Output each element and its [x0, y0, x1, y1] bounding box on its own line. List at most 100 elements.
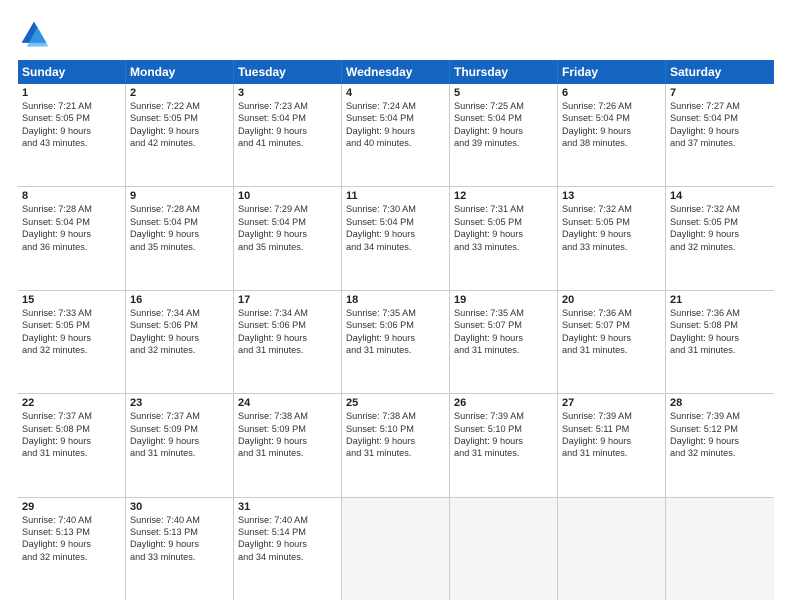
- day-number-22: 22: [22, 397, 121, 409]
- day-cell-26: 26Sunrise: 7:39 AMSunset: 5:10 PMDayligh…: [450, 394, 558, 496]
- cell-line-21-3: and 31 minutes.: [670, 344, 770, 356]
- cell-line-10-3: and 35 minutes.: [238, 241, 337, 253]
- day-number-14: 14: [670, 190, 770, 202]
- cell-line-21-0: Sunrise: 7:36 AM: [670, 307, 770, 319]
- cell-line-20-1: Sunset: 5:07 PM: [562, 319, 661, 331]
- cell-line-8-3: and 36 minutes.: [22, 241, 121, 253]
- day-cell-2: 2Sunrise: 7:22 AMSunset: 5:05 PMDaylight…: [126, 84, 234, 186]
- weekday-header-tuesday: Tuesday: [234, 60, 342, 84]
- cell-line-5-2: Daylight: 9 hours: [454, 125, 553, 137]
- logo: [18, 18, 54, 50]
- day-number-4: 4: [346, 87, 445, 99]
- cell-line-5-1: Sunset: 5:04 PM: [454, 112, 553, 124]
- day-cell-13: 13Sunrise: 7:32 AMSunset: 5:05 PMDayligh…: [558, 187, 666, 289]
- day-cell-28: 28Sunrise: 7:39 AMSunset: 5:12 PMDayligh…: [666, 394, 774, 496]
- cell-line-24-1: Sunset: 5:09 PM: [238, 423, 337, 435]
- day-cell-4: 4Sunrise: 7:24 AMSunset: 5:04 PMDaylight…: [342, 84, 450, 186]
- cell-line-22-3: and 31 minutes.: [22, 447, 121, 459]
- day-cell-20: 20Sunrise: 7:36 AMSunset: 5:07 PMDayligh…: [558, 291, 666, 393]
- day-cell-9: 9Sunrise: 7:28 AMSunset: 5:04 PMDaylight…: [126, 187, 234, 289]
- day-cell-19: 19Sunrise: 7:35 AMSunset: 5:07 PMDayligh…: [450, 291, 558, 393]
- cell-line-27-0: Sunrise: 7:39 AM: [562, 410, 661, 422]
- cell-line-19-2: Daylight: 9 hours: [454, 332, 553, 344]
- cell-line-17-0: Sunrise: 7:34 AM: [238, 307, 337, 319]
- cell-line-2-0: Sunrise: 7:22 AM: [130, 100, 229, 112]
- cell-line-3-0: Sunrise: 7:23 AM: [238, 100, 337, 112]
- calendar-row-2: 15Sunrise: 7:33 AMSunset: 5:05 PMDayligh…: [18, 291, 774, 394]
- cell-line-25-2: Daylight: 9 hours: [346, 435, 445, 447]
- cell-line-21-1: Sunset: 5:08 PM: [670, 319, 770, 331]
- cell-line-14-0: Sunrise: 7:32 AM: [670, 203, 770, 215]
- cell-line-25-3: and 31 minutes.: [346, 447, 445, 459]
- cell-line-17-1: Sunset: 5:06 PM: [238, 319, 337, 331]
- empty-cell-4-3: [342, 498, 450, 600]
- cell-line-22-2: Daylight: 9 hours: [22, 435, 121, 447]
- cell-line-12-3: and 33 minutes.: [454, 241, 553, 253]
- empty-cell-4-6: [666, 498, 774, 600]
- cell-line-27-2: Daylight: 9 hours: [562, 435, 661, 447]
- cell-line-10-2: Daylight: 9 hours: [238, 228, 337, 240]
- day-cell-8: 8Sunrise: 7:28 AMSunset: 5:04 PMDaylight…: [18, 187, 126, 289]
- calendar-row-4: 29Sunrise: 7:40 AMSunset: 5:13 PMDayligh…: [18, 498, 774, 600]
- day-number-19: 19: [454, 294, 553, 306]
- day-cell-31: 31Sunrise: 7:40 AMSunset: 5:14 PMDayligh…: [234, 498, 342, 600]
- cell-line-2-2: Daylight: 9 hours: [130, 125, 229, 137]
- weekday-header-saturday: Saturday: [666, 60, 774, 84]
- cell-line-10-0: Sunrise: 7:29 AM: [238, 203, 337, 215]
- day-number-29: 29: [22, 501, 121, 513]
- day-cell-24: 24Sunrise: 7:38 AMSunset: 5:09 PMDayligh…: [234, 394, 342, 496]
- cell-line-13-3: and 33 minutes.: [562, 241, 661, 253]
- day-cell-23: 23Sunrise: 7:37 AMSunset: 5:09 PMDayligh…: [126, 394, 234, 496]
- cell-line-9-1: Sunset: 5:04 PM: [130, 216, 229, 228]
- day-number-15: 15: [22, 294, 121, 306]
- cell-line-2-1: Sunset: 5:05 PM: [130, 112, 229, 124]
- cell-line-28-0: Sunrise: 7:39 AM: [670, 410, 770, 422]
- cell-line-19-0: Sunrise: 7:35 AM: [454, 307, 553, 319]
- cell-line-7-3: and 37 minutes.: [670, 137, 770, 149]
- cell-line-9-0: Sunrise: 7:28 AM: [130, 203, 229, 215]
- cell-line-9-3: and 35 minutes.: [130, 241, 229, 253]
- cell-line-17-2: Daylight: 9 hours: [238, 332, 337, 344]
- cell-line-26-2: Daylight: 9 hours: [454, 435, 553, 447]
- day-cell-11: 11Sunrise: 7:30 AMSunset: 5:04 PMDayligh…: [342, 187, 450, 289]
- cell-line-12-0: Sunrise: 7:31 AM: [454, 203, 553, 215]
- cell-line-28-2: Daylight: 9 hours: [670, 435, 770, 447]
- day-cell-16: 16Sunrise: 7:34 AMSunset: 5:06 PMDayligh…: [126, 291, 234, 393]
- cell-line-29-0: Sunrise: 7:40 AM: [22, 514, 121, 526]
- cell-line-10-1: Sunset: 5:04 PM: [238, 216, 337, 228]
- cell-line-23-0: Sunrise: 7:37 AM: [130, 410, 229, 422]
- cell-line-7-0: Sunrise: 7:27 AM: [670, 100, 770, 112]
- day-number-5: 5: [454, 87, 553, 99]
- cell-line-21-2: Daylight: 9 hours: [670, 332, 770, 344]
- day-number-2: 2: [130, 87, 229, 99]
- day-number-27: 27: [562, 397, 661, 409]
- empty-cell-4-5: [558, 498, 666, 600]
- day-number-3: 3: [238, 87, 337, 99]
- cell-line-28-1: Sunset: 5:12 PM: [670, 423, 770, 435]
- weekday-header-thursday: Thursday: [450, 60, 558, 84]
- day-number-24: 24: [238, 397, 337, 409]
- day-number-9: 9: [130, 190, 229, 202]
- cell-line-26-3: and 31 minutes.: [454, 447, 553, 459]
- cell-line-27-1: Sunset: 5:11 PM: [562, 423, 661, 435]
- day-number-26: 26: [454, 397, 553, 409]
- cell-line-5-0: Sunrise: 7:25 AM: [454, 100, 553, 112]
- cell-line-7-1: Sunset: 5:04 PM: [670, 112, 770, 124]
- day-cell-7: 7Sunrise: 7:27 AMSunset: 5:04 PMDaylight…: [666, 84, 774, 186]
- day-cell-21: 21Sunrise: 7:36 AMSunset: 5:08 PMDayligh…: [666, 291, 774, 393]
- cell-line-8-1: Sunset: 5:04 PM: [22, 216, 121, 228]
- day-number-13: 13: [562, 190, 661, 202]
- cell-line-24-2: Daylight: 9 hours: [238, 435, 337, 447]
- cell-line-23-2: Daylight: 9 hours: [130, 435, 229, 447]
- cell-line-1-3: and 43 minutes.: [22, 137, 121, 149]
- cell-line-31-1: Sunset: 5:14 PM: [238, 526, 337, 538]
- cell-line-5-3: and 39 minutes.: [454, 137, 553, 149]
- cell-line-4-0: Sunrise: 7:24 AM: [346, 100, 445, 112]
- cell-line-18-3: and 31 minutes.: [346, 344, 445, 356]
- day-cell-25: 25Sunrise: 7:38 AMSunset: 5:10 PMDayligh…: [342, 394, 450, 496]
- cell-line-1-1: Sunset: 5:05 PM: [22, 112, 121, 124]
- cell-line-15-1: Sunset: 5:05 PM: [22, 319, 121, 331]
- cell-line-30-1: Sunset: 5:13 PM: [130, 526, 229, 538]
- cell-line-1-2: Daylight: 9 hours: [22, 125, 121, 137]
- day-cell-15: 15Sunrise: 7:33 AMSunset: 5:05 PMDayligh…: [18, 291, 126, 393]
